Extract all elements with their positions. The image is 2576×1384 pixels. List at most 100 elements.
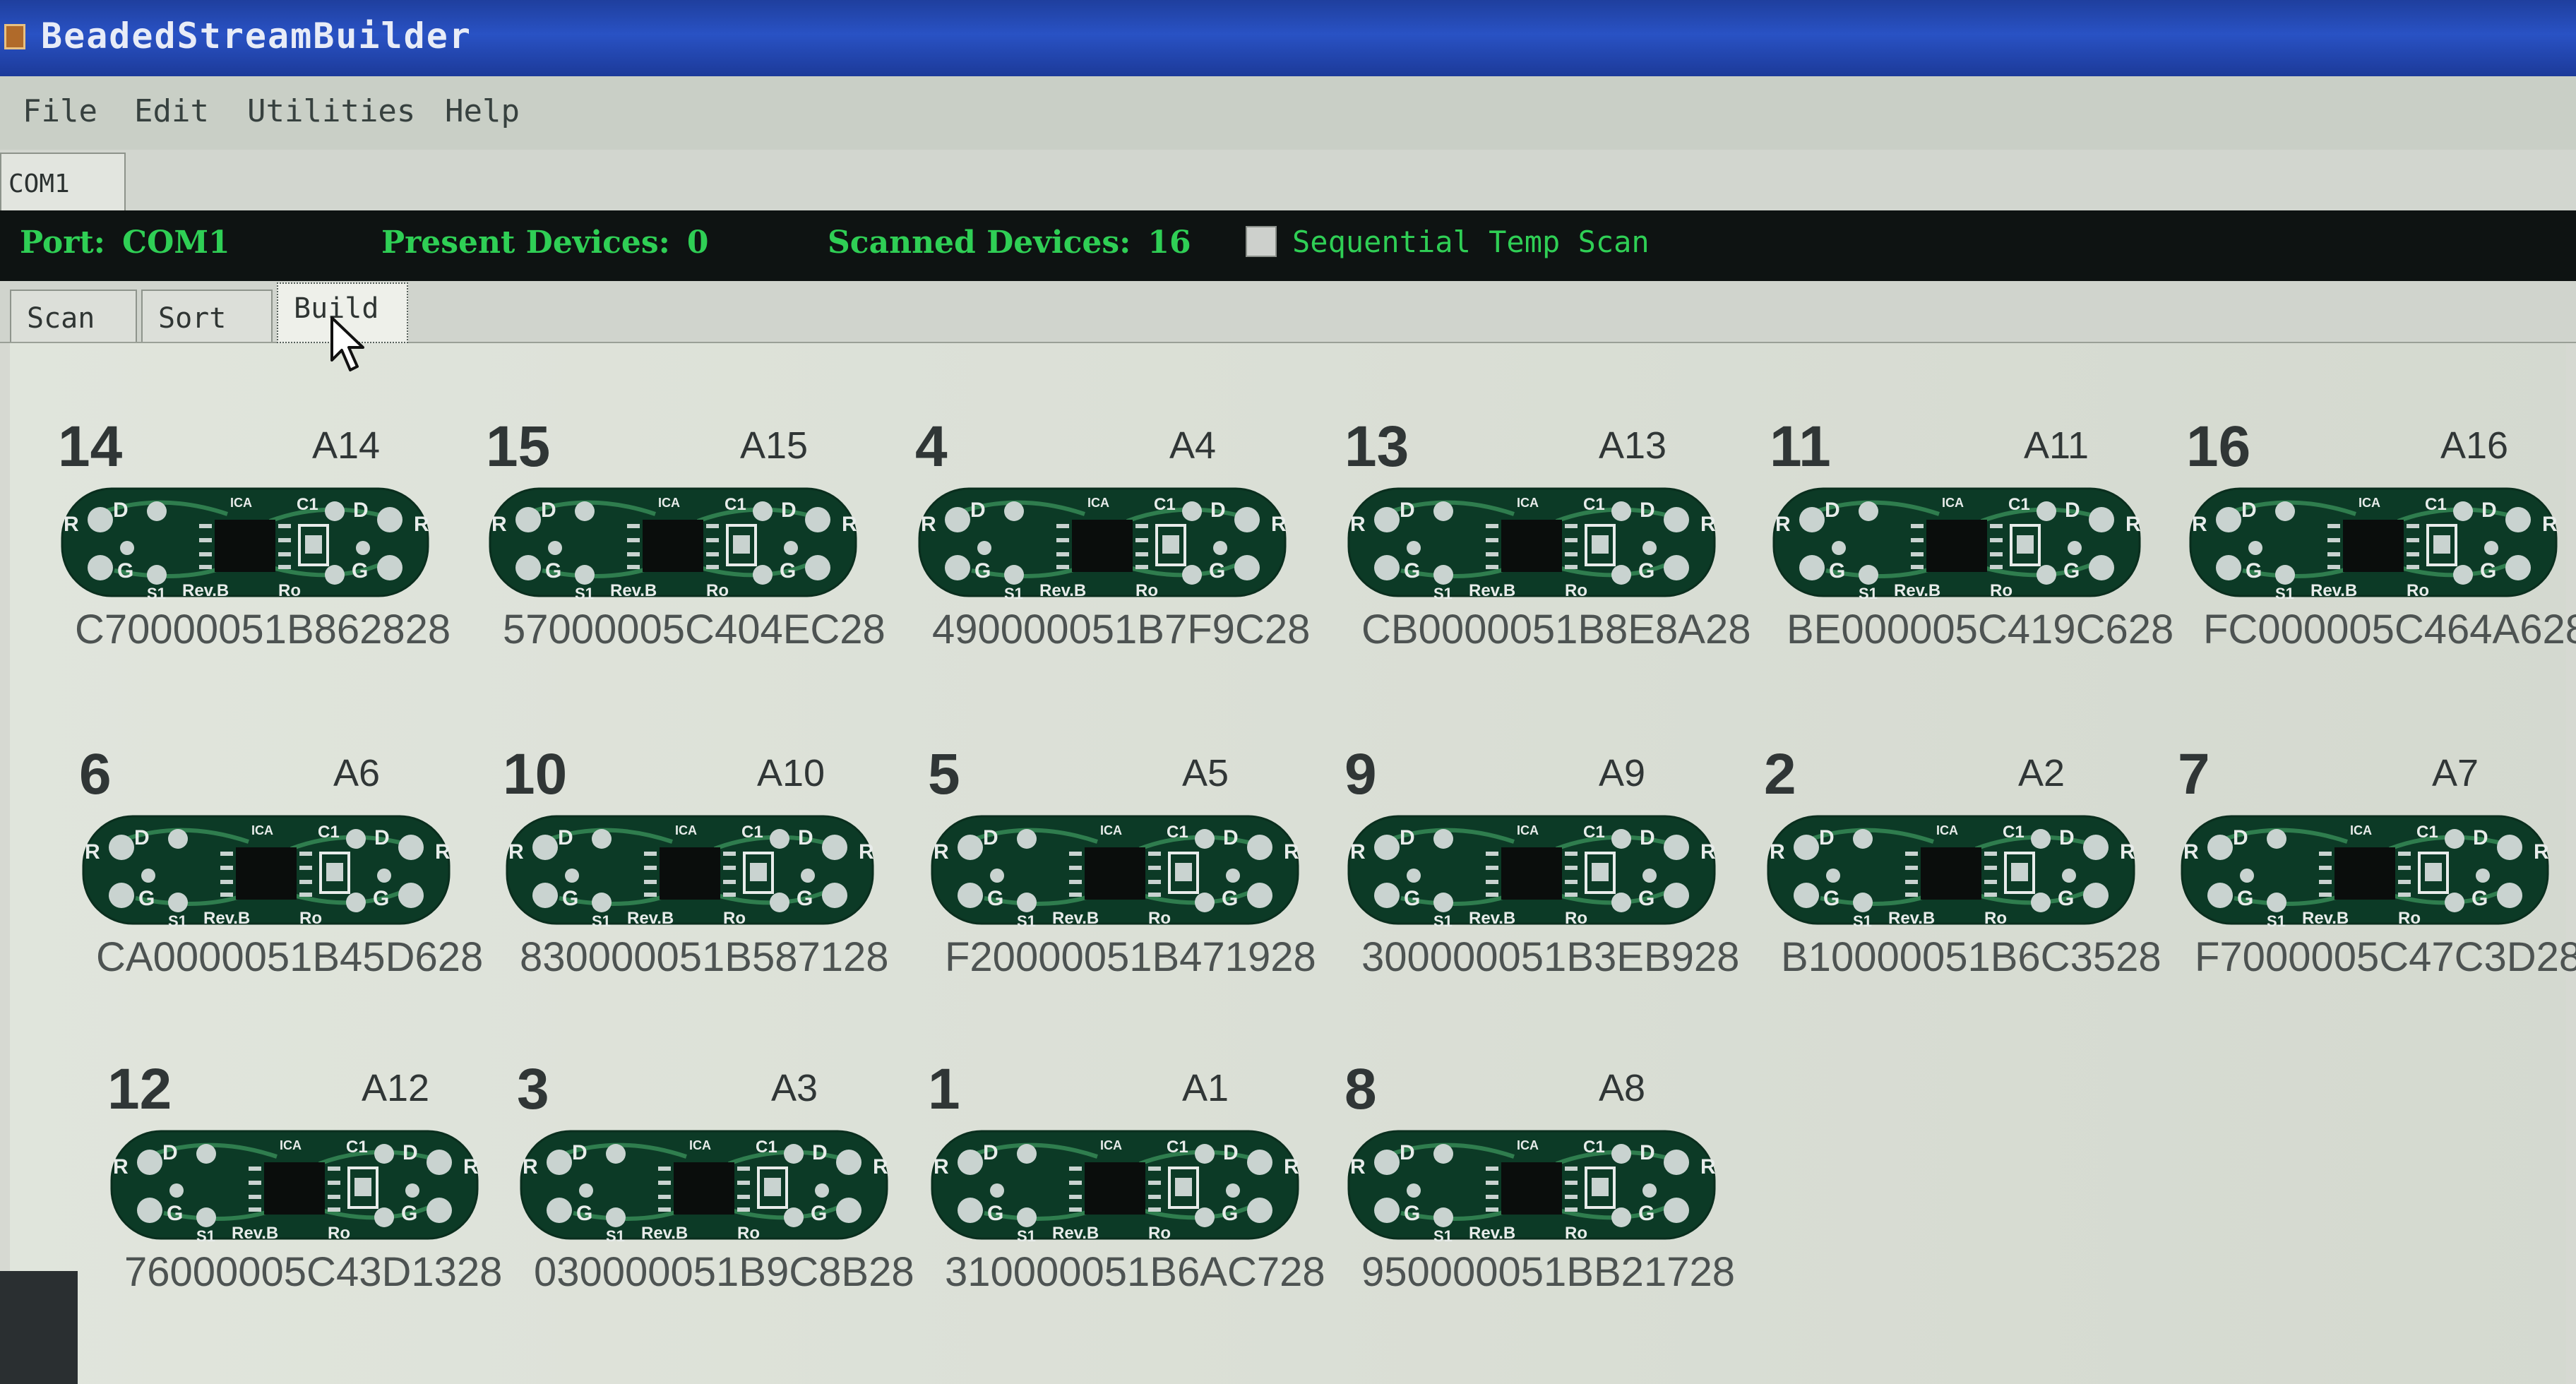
device-card[interactable]: 5 A5 R R D D G G ICA C1 S1 Rev.B Ro F200… [928,741,1323,996]
svg-text:Ro: Ro [278,581,301,600]
device-board: R R D D G G ICA C1 S1 Rev.B Ro [2178,806,2552,933]
svg-text:G: G [2058,887,2074,910]
tab-com1[interactable]: COM1 [0,153,126,210]
tab-sort[interactable]: Sort [141,290,273,342]
device-order-number: 14 [58,414,123,479]
device-rom-id: CA0000051B45D628 [96,934,484,980]
pcb-board-image: R R D D G G ICA C1 S1 Rev.B Ro [1347,815,1716,930]
device-alias: A16 [2440,424,2509,467]
pcb-board-image: R R D D G G ICA C1 S1 Rev.B Ro [931,815,1299,930]
device-order-number: 7 [2178,742,2210,806]
svg-text:R: R [934,840,949,864]
device-rom-id: 950000051BB21728 [1361,1249,1735,1295]
port-label: Port: [20,225,105,261]
menu-edit[interactable]: Edit [134,93,209,129]
device-board: R R D D G G ICA C1 S1 Rev.B Ro [107,1121,482,1248]
device-card[interactable]: 15 A15 R R D D G G ICA C1 S1 Rev.B Ro 57… [486,414,886,668]
svg-text:G: G [373,887,389,910]
device-rom-id: 310000051B6AC728 [945,1249,1325,1295]
svg-text:R: R [64,513,79,536]
svg-text:D: D [353,499,369,522]
svg-text:R: R [1350,513,1366,536]
svg-text:G: G [1638,1202,1654,1225]
svg-text:R: R [113,1155,129,1179]
svg-text:Rev.B: Rev.B [1052,1224,1099,1243]
present-devices-label: Present Devices: [381,225,670,261]
svg-text:D: D [113,499,129,522]
svg-text:ICA: ICA [689,1138,711,1152]
svg-text:Rev.B: Rev.B [1469,909,1515,928]
svg-text:Rev.B: Rev.B [627,909,674,928]
menu-file[interactable]: File [23,93,97,129]
device-order-number: 11 [1770,414,1831,479]
svg-text:G: G [1222,1202,1238,1225]
tab-scan[interactable]: Scan [10,290,137,342]
device-rom-id: B10000051B6C3528 [1781,934,2161,980]
svg-text:G: G [2063,559,2080,583]
svg-text:S1: S1 [1433,1227,1453,1245]
svg-text:D: D [1825,499,1840,522]
pcb-board-image: R R D D G G ICA C1 S1 Rev.B Ro [110,1130,479,1245]
svg-text:G: G [545,559,561,583]
device-board: R R D D G G ICA C1 S1 Rev.B Ro [486,479,860,606]
pcb-board-image: R R D D G G ICA C1 S1 Rev.B Ro [2181,815,2549,930]
svg-text:C1: C1 [346,1138,368,1157]
device-card[interactable]: 9 A9 R R D D G G ICA C1 S1 Rev.B Ro 3000… [1344,741,1740,996]
svg-text:D: D [1210,499,1226,522]
device-card[interactable]: 6 A6 R R D D G G ICA C1 S1 Rev.B Ro CA00… [79,741,483,996]
svg-text:G: G [352,559,368,583]
device-card[interactable]: 2 A2 R R D D G G ICA C1 S1 Rev.B Ro B100… [1764,741,2161,996]
device-card[interactable]: 13 A13 R R D D G G ICA C1 S1 Rev.B Ro CB… [1344,414,1751,668]
device-card[interactable]: 8 A8 R R D D G G ICA C1 S1 Rev.B Ro 9500… [1344,1056,1740,1311]
device-board: R R D D G G ICA C1 S1 Rev.B Ro [58,479,432,606]
device-card[interactable]: 12 A12 R R D D G G ICA C1 S1 Rev.B Ro 76… [107,1056,503,1311]
build-panel: 14 A14 R R D D G G ICA C1 S1 Rev.B Ro C7… [10,343,2576,1384]
menu-utilities[interactable]: Utilities [247,93,415,129]
svg-text:Rev.B: Rev.B [203,909,250,928]
svg-text:Rev.B: Rev.B [2310,581,2357,600]
svg-text:D: D [1223,1141,1239,1164]
svg-text:ICA: ICA [1087,496,1109,510]
device-card[interactable]: 3 A3 R R D D G G ICA C1 S1 Rev.B Ro 0300… [517,1056,914,1311]
svg-text:R: R [1770,840,1785,864]
present-devices-value: 0 [686,225,709,261]
svg-text:ICA: ICA [658,496,680,510]
svg-text:R: R [1284,840,1299,864]
device-rom-id: 030000051B9C8B28 [534,1249,914,1295]
device-alias: A9 [1599,752,1646,794]
device-card[interactable]: 4 A4 R R D D G G ICA C1 S1 Rev.B Ro 4900… [915,414,1311,668]
device-order-number: 1 [928,1057,960,1121]
svg-text:G: G [2246,559,2262,583]
device-rom-id: CB0000051B8E8A28 [1361,607,1751,652]
device-card[interactable]: 16 A16 R R D D G G ICA C1 S1 Rev.B Ro FC… [2186,414,2576,668]
menu-help[interactable]: Help [445,93,520,129]
device-card[interactable]: 11 A11 R R D D G G ICA C1 S1 Rev.B Ro BE… [1770,414,2174,668]
application-window: BeadedStreamBuilder File Edit Utilities … [0,0,2576,1384]
svg-text:ICA: ICA [1936,823,1958,837]
svg-text:Rev.B: Rev.B [641,1224,688,1243]
device-card[interactable]: 1 A1 R R D D G G ICA C1 S1 Rev.B Ro 3100… [928,1056,1325,1311]
device-alias: A11 [2024,424,2089,467]
svg-text:R: R [1775,513,1791,536]
svg-text:C1: C1 [1167,823,1188,842]
device-order-number: 2 [1764,742,1796,806]
svg-text:Rev.B: Rev.B [1039,581,1086,600]
svg-text:R: R [414,513,429,536]
svg-text:G: G [1209,559,1225,583]
svg-text:D: D [1640,1141,1655,1164]
device-card[interactable]: 14 A14 R R D D G G ICA C1 S1 Rev.B Ro C7… [58,414,453,668]
port-tab-strip: COM1 [0,150,2576,210]
svg-text:R: R [2192,513,2207,536]
svg-text:G: G [1404,887,1420,910]
svg-text:D: D [798,826,813,849]
svg-text:D: D [558,826,573,849]
svg-text:R: R [1700,840,1716,864]
device-card[interactable]: 10 A10 R R D D G G ICA C1 S1 Rev.B Ro 83… [503,741,898,996]
svg-text:Rev.B: Rev.B [1469,581,1515,600]
svg-text:Ro: Ro [2407,581,2429,600]
sequential-temp-scan-checkbox[interactable] [1246,226,1277,257]
svg-text:G: G [1404,1202,1420,1225]
device-card[interactable]: 7 A7 R R D D G G ICA C1 S1 Rev.B Ro F700… [2178,741,2576,996]
svg-text:Ro: Ro [1135,581,1158,600]
svg-text:Rev.B: Rev.B [232,1224,278,1243]
